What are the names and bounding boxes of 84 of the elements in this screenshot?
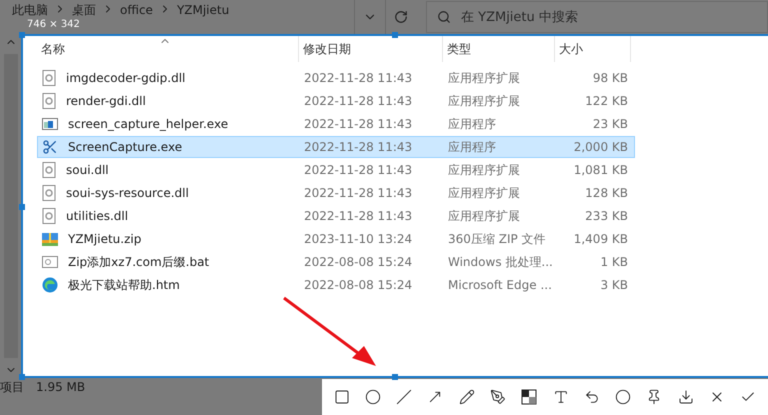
browser-logo-icon xyxy=(42,277,58,293)
file-size: 1 KB xyxy=(599,255,629,269)
modified-date: 2022-08-08 15:24 xyxy=(303,278,414,292)
file-row[interactable]: YZMjietu.zip 2023-11-10 13:24 360压缩 ZIP 文件 1,409 KB xyxy=(37,228,635,250)
scrollbar-thumb[interactable] xyxy=(4,54,18,358)
modified-date: 2022-11-28 11:43 xyxy=(303,94,414,108)
scissors-icon xyxy=(42,139,58,155)
file-row[interactable]: imgdecoder-gdip.dll 2022-11-28 11:43 应用程序扩展 98 KB xyxy=(37,67,635,89)
file-type: Microsoft Edge ... xyxy=(447,278,553,292)
modified-date: 2022-11-28 11:43 xyxy=(303,186,414,200)
modified-date: 2022-11-28 11:43 xyxy=(303,209,414,223)
search-icon xyxy=(437,10,451,24)
breadcrumb-item[interactable]: office xyxy=(120,3,153,17)
circle-icon xyxy=(615,389,632,405)
modified-date: 2022-11-28 11:43 xyxy=(303,163,414,177)
download-icon xyxy=(678,389,694,405)
line-icon xyxy=(396,389,412,405)
resize-handle[interactable] xyxy=(19,32,25,38)
breadcrumb-item[interactable]: 此电脑 xyxy=(12,3,48,17)
file-size: 23 KB xyxy=(592,117,629,131)
column-header[interactable]: 名称 xyxy=(37,36,299,62)
file-name: soui-sys-resource.dll xyxy=(65,186,190,200)
file-type: Windows 批处理... xyxy=(447,254,554,270)
file-size: 122 KB xyxy=(584,94,629,108)
file-type: 应用程序扩展 xyxy=(447,70,521,86)
file-name: Zip添加xz7.com后缀.bat xyxy=(67,254,210,270)
file-row[interactable]: utilities.dll 2022-11-28 11:43 应用程序扩展 233 KB xyxy=(37,205,635,227)
file-name: render-gdi.dll xyxy=(65,94,147,108)
file-name: ScreenCapture.exe xyxy=(67,140,184,154)
file-row[interactable]: screen_capture_helper.exe 2022-11-28 11:43 应用程序 23 KB xyxy=(37,113,635,135)
file-name: YZMjietu.zip xyxy=(67,232,142,246)
file-name: utilities.dll xyxy=(65,209,130,223)
refresh-icon xyxy=(394,10,408,24)
resize-handle[interactable] xyxy=(19,374,25,380)
archive-icon xyxy=(42,231,58,247)
resize-handle[interactable] xyxy=(19,204,25,210)
modified-date: 2022-11-28 11:43 xyxy=(303,140,414,154)
mosaic-icon xyxy=(521,389,538,405)
file-type: 应用程序扩展 xyxy=(447,162,521,178)
modified-date: 2022-11-28 11:43 xyxy=(303,117,414,131)
column-header[interactable]: 修改日期 xyxy=(299,36,443,62)
file-name: soui.dll xyxy=(65,163,110,177)
modified-date: 2022-08-08 15:24 xyxy=(303,255,414,269)
file-name: imgdecoder-gdip.dll xyxy=(65,71,186,85)
file-size: 98 KB xyxy=(592,71,629,85)
file-row[interactable]: 极光下载站帮助.htm 2022-08-08 15:24 Microsoft Edge ... 3 KB xyxy=(37,274,635,296)
status-item-count: 项目 xyxy=(0,380,24,394)
file-size: 1,409 KB xyxy=(572,232,629,246)
file-row[interactable]: soui.dll 2022-11-28 11:43 应用程序扩展 1,081 KB xyxy=(37,159,635,181)
modified-date: 2023-11-10 13:24 xyxy=(303,232,414,246)
file-size: 1,081 KB xyxy=(572,163,629,177)
ellipse-icon xyxy=(364,389,381,405)
column-header[interactable]: 类型 xyxy=(443,36,555,62)
column-header[interactable]: 大小 xyxy=(555,36,631,62)
file-type: 应用程序扩展 xyxy=(447,208,521,224)
text-icon xyxy=(552,389,569,405)
resize-handle[interactable] xyxy=(392,374,398,380)
breadcrumb-item[interactable]: YZMjietu xyxy=(176,3,230,17)
breadcrumb-item[interactable]: 桌面 xyxy=(72,3,96,17)
resize-handle[interactable] xyxy=(392,32,398,38)
rect-icon xyxy=(334,389,350,405)
batch-file-icon xyxy=(42,255,58,269)
file-row[interactable]: Zip添加xz7.com后缀.bat 2022-08-08 15:24 Windows 批处理... 1 KB xyxy=(37,251,635,273)
file-name: screen_capture_helper.exe xyxy=(67,117,230,131)
file-name: 极光下载站帮助.htm xyxy=(67,276,181,294)
selection-size-label: 746 × 342 xyxy=(27,19,80,30)
modified-date: 2022-11-28 11:43 xyxy=(303,71,414,85)
file-size: 2,000 KB xyxy=(572,140,629,154)
file-size: 128 KB xyxy=(584,186,629,200)
file-type: 应用程序扩展 xyxy=(447,92,521,110)
file-type: 360压缩 ZIP 文件 xyxy=(447,230,547,248)
window-app-icon xyxy=(42,117,58,131)
status-size: 1.95 MB xyxy=(36,380,86,394)
file-row[interactable]: render-gdi.dll 2022-11-28 11:43 应用程序扩展 122 KB xyxy=(37,90,635,112)
file-type: 应用程序 xyxy=(447,116,497,132)
file-type: 应用程序 xyxy=(447,138,497,156)
undo-icon xyxy=(584,389,600,405)
selection-area[interactable] xyxy=(21,34,768,378)
pencil-icon xyxy=(458,389,475,405)
file-type: 应用程序扩展 xyxy=(447,184,521,202)
file-size: 233 KB xyxy=(584,209,629,223)
file-row[interactable]: soui-sys-resource.dll 2022-11-28 11:43 应用程序扩展 128 KB xyxy=(37,182,635,204)
file-size: 3 KB xyxy=(599,278,629,292)
file-row[interactable]: ScreenCapture.exe 2022-11-28 11:43 应用程序 2,000 KB xyxy=(37,136,635,158)
